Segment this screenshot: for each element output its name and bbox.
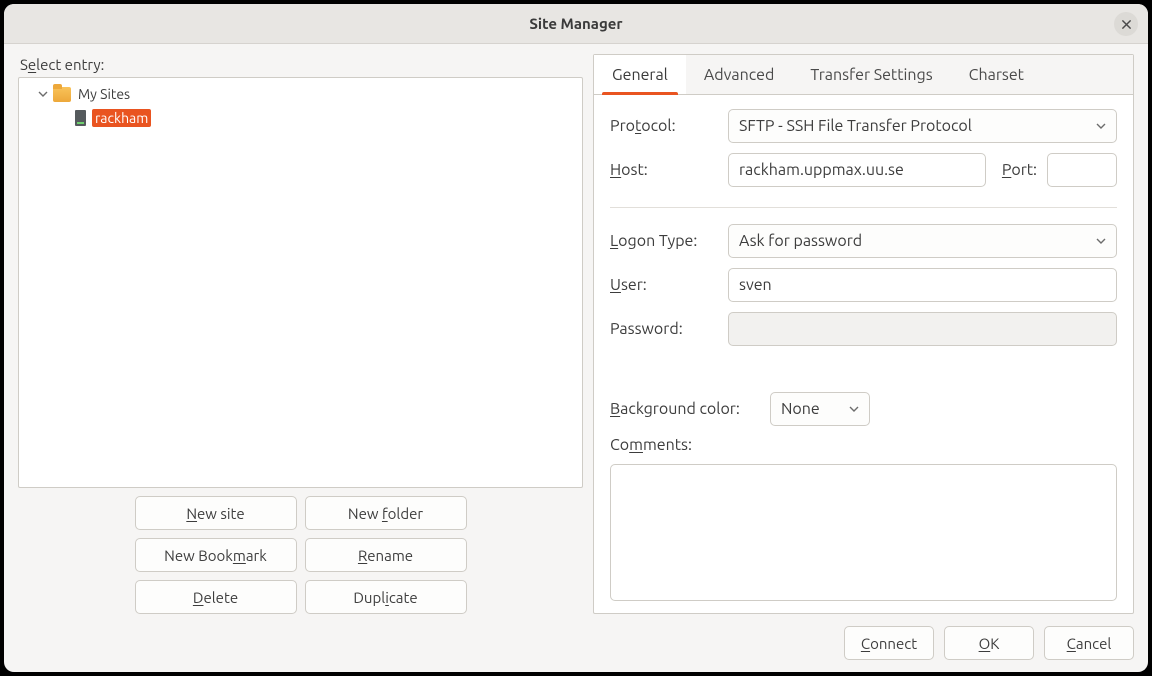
bgcolor-value: None [781,400,820,418]
comments-textarea[interactable] [610,464,1117,601]
row-bgcolor: Background color: None [610,392,1117,426]
tree-site-rackham[interactable]: rackham [25,106,576,130]
user-input[interactable] [728,268,1117,302]
ok-button[interactable]: OK [944,626,1034,660]
new-folder-button[interactable]: New folder [305,496,467,530]
server-icon [75,110,86,126]
protocol-value: SFTP - SSH File Transfer Protocol [739,117,972,135]
connect-button[interactable]: Connect [844,626,934,660]
folder-icon [53,87,71,102]
duplicate-button[interactable]: Duplicate [305,580,467,614]
spacer [610,356,1117,382]
password-label: Password: [610,320,718,338]
separator [610,207,1117,208]
cancel-button[interactable]: Cancel [1044,626,1134,660]
right-column: General Advanced Transfer Settings Chars… [593,54,1134,614]
tabs-header: General Advanced Transfer Settings Chars… [594,55,1133,95]
tab-general-body: Protocol: SFTP - SSH File Transfer Proto… [594,95,1133,613]
delete-button[interactable]: Delete [135,580,297,614]
window-title: Site Manager [529,15,622,32]
host-label: Host: [610,161,718,179]
tree-site-label: rackham [92,109,151,127]
host-input[interactable] [728,153,986,187]
port-label: Port: [1002,161,1037,179]
site-manager-window: Site Manager Select entry: My Sites [4,4,1148,672]
tree-folder-label: My Sites [75,85,133,103]
password-input [728,312,1117,346]
protocol-select[interactable]: SFTP - SSH File Transfer Protocol [728,109,1117,143]
logon-type-label: Logon Type: [610,232,718,250]
protocol-label: Protocol: [610,117,718,135]
tab-general[interactable]: General [594,55,686,94]
site-actions: New site New folder New Bookmark Rename … [18,496,583,614]
logon-type-value: Ask for password [739,232,862,250]
logon-type-select[interactable]: Ask for password [728,224,1117,258]
bgcolor-select[interactable]: None [770,392,870,426]
titlebar: Site Manager [4,4,1148,44]
chevron-down-icon [849,400,859,418]
row-password: Password: [610,312,1117,346]
tab-charset[interactable]: Charset [951,55,1042,94]
new-bookmark-button[interactable]: New Bookmark [135,538,297,572]
row-logon-type: Logon Type: Ask for password [610,224,1117,258]
chevron-down-icon [1096,117,1106,135]
tab-advanced[interactable]: Advanced [686,55,792,94]
close-icon[interactable] [1114,12,1138,36]
main-row: Select entry: My Sites rackham [18,54,1134,614]
comments-label: Comments: [610,436,1117,454]
dialog-content: Select entry: My Sites rackham [4,44,1148,672]
user-label: User: [610,276,718,294]
chevron-down-icon [1096,232,1106,250]
bgcolor-label: Background color: [610,400,760,418]
dialog-footer: Connect OK Cancel [18,626,1134,660]
row-protocol: Protocol: SFTP - SSH File Transfer Proto… [610,109,1117,143]
left-column: Select entry: My Sites rackham [18,54,583,614]
port-input[interactable] [1047,153,1117,187]
row-user: User: [610,268,1117,302]
rename-button[interactable]: Rename [305,538,467,572]
select-entry-label: Select entry: [20,56,583,73]
tab-transfer-settings[interactable]: Transfer Settings [792,55,950,94]
tabs-frame: General Advanced Transfer Settings Chars… [593,54,1134,614]
tree-folder-mysites[interactable]: My Sites [25,82,576,106]
site-tree[interactable]: My Sites rackham [18,77,583,488]
new-site-button[interactable]: New site [135,496,297,530]
chevron-down-icon[interactable] [37,88,49,100]
row-host: Host: Port: [610,153,1117,187]
